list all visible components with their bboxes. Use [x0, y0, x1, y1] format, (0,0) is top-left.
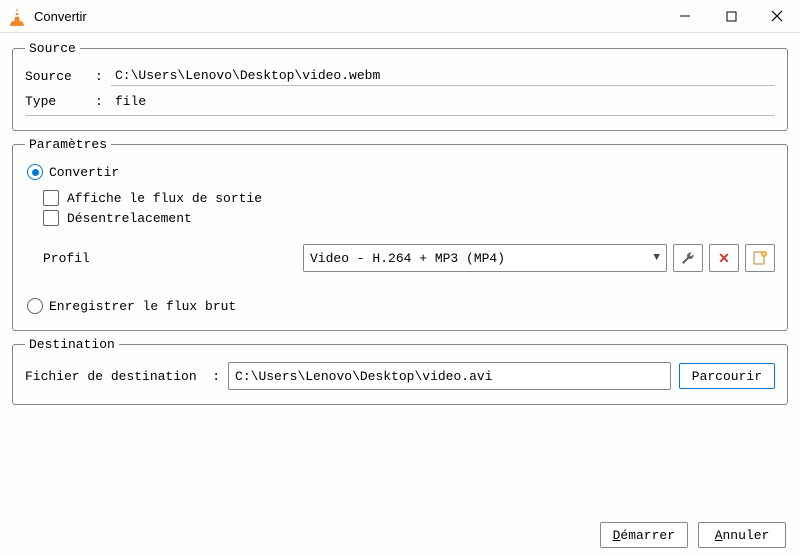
profile-select[interactable]: Video - H.264 + MP3 (MP4) ▼: [303, 244, 667, 272]
client-area: Source Source : C:\Users\Lenovo\Desktop\…: [0, 33, 800, 512]
close-button[interactable]: [754, 0, 800, 32]
radio-save-raw-label: Enregistrer le flux brut: [49, 299, 236, 314]
colon: :: [95, 94, 111, 109]
maximize-button[interactable]: [708, 0, 754, 32]
type-value: file: [111, 92, 775, 111]
group-source-legend: Source: [25, 41, 80, 56]
checkbox-deinterlace[interactable]: [43, 210, 59, 226]
type-label: Type: [25, 94, 95, 109]
group-params: Paramètres Convertir Affiche le flux de …: [12, 137, 788, 331]
radio-raw-row[interactable]: Enregistrer le flux brut: [25, 298, 775, 314]
source-path[interactable]: C:\Users\Lenovo\Desktop\video.webm: [111, 66, 775, 86]
source-row: Source : C:\Users\Lenovo\Desktop\video.w…: [25, 66, 775, 86]
window: Convertir Source Source : C:\Users\Lenov…: [0, 0, 800, 556]
group-destination: Destination Fichier de destination : C:\…: [12, 337, 788, 405]
window-controls: [662, 0, 800, 32]
destination-input[interactable]: C:\Users\Lenovo\Desktop\video.avi: [228, 362, 671, 390]
cancel-accel: A: [715, 528, 723, 543]
radio-save-raw[interactable]: [27, 298, 43, 314]
browse-button[interactable]: Parcourir: [679, 363, 775, 389]
cancel-button[interactable]: Annuler: [698, 522, 786, 548]
profile-label: Profil: [43, 251, 297, 266]
delete-profile-button[interactable]: ✕: [709, 244, 739, 272]
profile-value: Video - H.264 + MP3 (MP4): [310, 251, 505, 266]
profile-row: Profil Video - H.264 + MP3 (MP4) ▼ ✕: [43, 244, 775, 272]
vlc-cone-icon: [8, 7, 26, 25]
close-icon: ✕: [718, 250, 730, 267]
group-source: Source Source : C:\Users\Lenovo\Desktop\…: [12, 41, 788, 131]
group-params-legend: Paramètres: [25, 137, 111, 152]
wrench-icon: [680, 250, 696, 266]
start-rest: émarrer: [620, 528, 675, 543]
start-accel: D: [613, 528, 621, 543]
type-row: Type : file: [25, 92, 775, 111]
destination-row: Fichier de destination : C:\Users\Lenovo…: [25, 362, 775, 390]
colon: :: [95, 69, 111, 84]
dialog-footer: Démarrer Annuler: [0, 512, 800, 556]
checkbox-deinterlace-label: Désentrelacement: [67, 211, 192, 226]
minimize-button[interactable]: [662, 0, 708, 32]
checkbox-display-output[interactable]: [43, 190, 59, 206]
chevron-down-icon: ▼: [653, 252, 660, 264]
destination-label: Fichier de destination :: [25, 369, 220, 384]
checkbox-display-output-label: Affiche le flux de sortie: [67, 191, 262, 206]
edit-profile-button[interactable]: [673, 244, 703, 272]
new-file-icon: [752, 250, 768, 266]
window-title: Convertir: [34, 9, 662, 24]
check-display-output-row[interactable]: Affiche le flux de sortie: [43, 190, 775, 206]
group-destination-legend: Destination: [25, 337, 119, 352]
radio-convert[interactable]: [27, 164, 43, 180]
divider: [25, 115, 775, 116]
titlebar: Convertir: [0, 0, 800, 33]
source-label: Source: [25, 69, 95, 84]
radio-convert-row[interactable]: Convertir: [25, 164, 775, 180]
check-deinterlace-row[interactable]: Désentrelacement: [43, 210, 775, 226]
start-button[interactable]: Démarrer: [600, 522, 688, 548]
radio-convert-label: Convertir: [49, 165, 119, 180]
cancel-rest: nnuler: [723, 528, 770, 543]
destination-value: C:\Users\Lenovo\Desktop\video.avi: [235, 369, 492, 384]
new-profile-button[interactable]: [745, 244, 775, 272]
